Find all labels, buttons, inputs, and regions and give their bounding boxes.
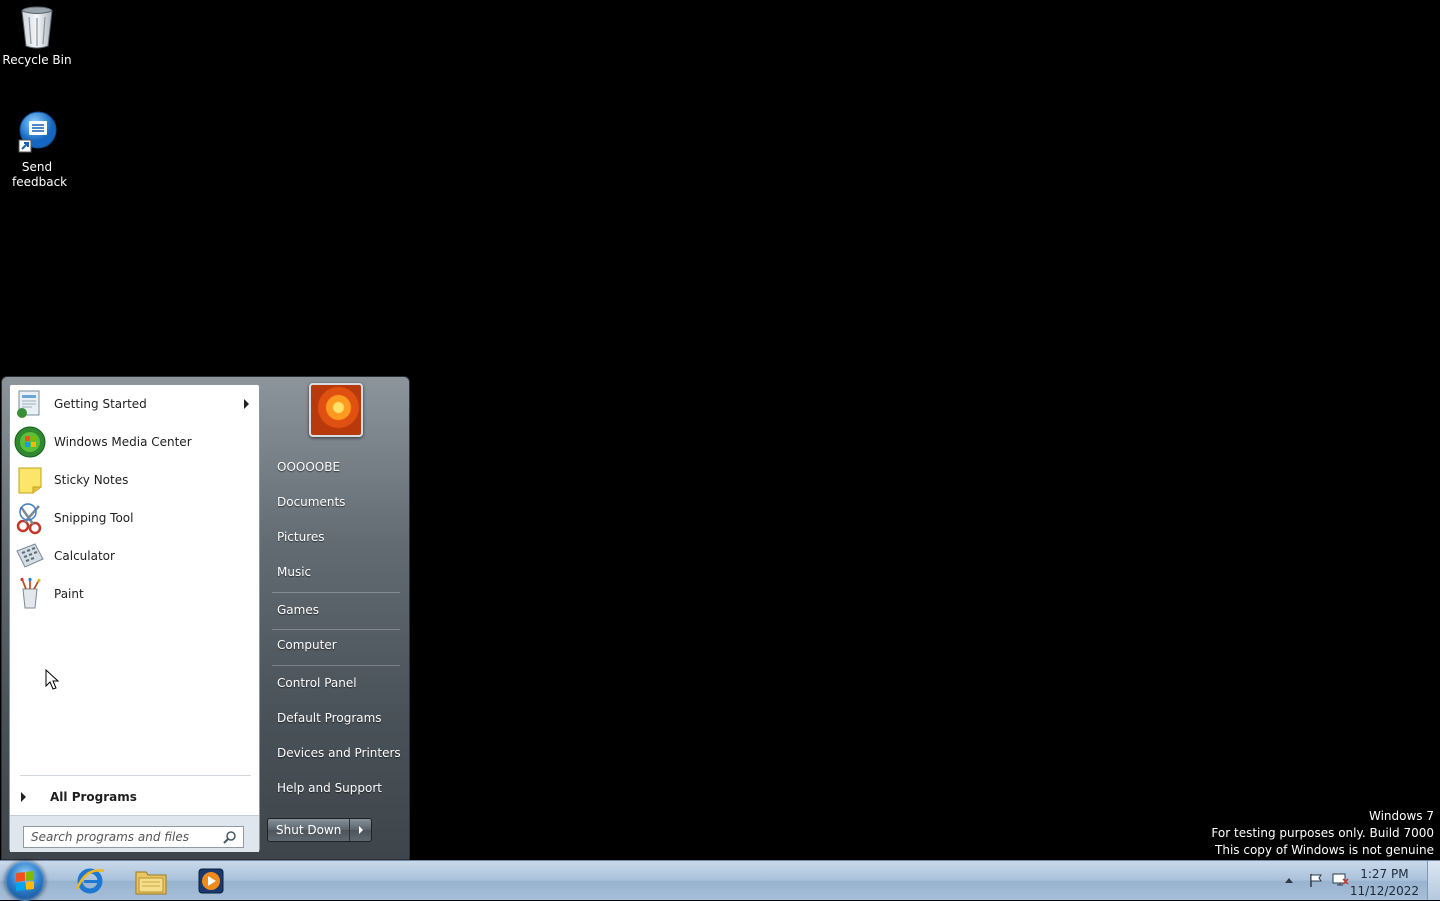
place-computer[interactable]: Computer [268, 630, 401, 660]
search-icon[interactable] [223, 830, 237, 844]
place-label: Devices and Printers [277, 746, 401, 760]
network-icon[interactable] [1331, 872, 1349, 888]
program-label: Sticky Notes [54, 473, 129, 487]
all-programs-button[interactable]: All Programs [10, 783, 259, 811]
all-programs-label: All Programs [50, 790, 137, 804]
place-user-folder[interactable]: OOOOOBE [268, 452, 401, 482]
place-label: Help and Support [277, 781, 382, 795]
program-item-snipping-tool[interactable]: Snipping Tool [10, 499, 259, 537]
place-music[interactable]: Music [268, 557, 401, 587]
place-label: Games [277, 603, 319, 617]
place-devices-and-printers[interactable]: Devices and Printers [268, 738, 401, 768]
program-item-paint[interactable]: Paint [10, 575, 259, 613]
divider [272, 592, 400, 593]
send-feedback-icon [13, 110, 61, 158]
program-label: Getting Started [54, 397, 147, 411]
divider [272, 665, 400, 666]
search-input[interactable]: Search programs and files [23, 826, 244, 848]
calculator-icon [13, 539, 47, 573]
place-label: OOOOOBE [277, 460, 341, 474]
watermark-line: This copy of Windows is not genuine [1215, 843, 1434, 857]
show-desktop-button[interactable] [1427, 861, 1440, 900]
place-documents[interactable]: Documents [268, 487, 401, 517]
arrow-right-icon [358, 826, 363, 834]
desktop-icon-recycle-bin[interactable]: Recycle Bin [0, 3, 74, 68]
snipping-tool-icon [13, 501, 47, 535]
search-placeholder: Search programs and files [31, 830, 189, 844]
place-help-and-support[interactable]: Help and Support [268, 773, 401, 803]
recycle-bin-icon [13, 3, 61, 51]
getting-started-icon [13, 387, 47, 421]
desktop-icon-label: Send feedback [12, 160, 68, 189]
program-item-calculator[interactable]: Calculator [10, 537, 259, 575]
program-item-windows-media-center[interactable]: Windows Media Center [10, 423, 259, 461]
watermark-line: For testing purposes only. Build 7000 [1211, 826, 1434, 840]
user-avatar[interactable] [309, 383, 363, 437]
show-hidden-icons-icon[interactable] [1285, 878, 1293, 883]
shutdown-button-group: Shut Down [267, 818, 373, 842]
place-label: Pictures [277, 530, 325, 544]
place-label: Documents [277, 495, 346, 509]
start-menu-programs-pane: Getting Started Windows Media Center Sti… [9, 384, 260, 852]
submenu-arrow-icon[interactable] [244, 399, 249, 409]
clock-time: 1:27 PM [1360, 867, 1409, 881]
expand-arrow-icon [21, 792, 26, 802]
start-menu: Getting Started Windows Media Center Sti… [1, 376, 410, 860]
place-label: Control Panel [277, 676, 357, 690]
program-label: Snipping Tool [54, 511, 134, 525]
mouse-cursor-icon [45, 669, 60, 690]
watermark-line: Windows 7 [1368, 809, 1434, 823]
place-control-panel[interactable]: Control Panel [268, 668, 401, 698]
program-item-getting-started[interactable]: Getting Started [10, 385, 259, 423]
taskbar-internet-explorer[interactable] [63, 863, 117, 899]
media-center-icon [13, 425, 47, 459]
sticky-notes-icon [13, 463, 47, 497]
shutdown-options-button[interactable] [350, 819, 371, 841]
start-menu-places-pane: OOOOOBE Documents Pictures Music Games C… [260, 377, 409, 857]
internet-explorer-icon [75, 868, 105, 894]
taskbar-media-player[interactable] [184, 863, 238, 899]
paint-icon [13, 577, 47, 611]
clock-date: 11/12/2022 [1349, 884, 1419, 898]
taskbar: 1:27 PM 11/12/2022 [0, 860, 1440, 901]
place-pictures[interactable]: Pictures [268, 522, 401, 552]
clock[interactable]: 1:27 PM 11/12/2022 [1350, 866, 1419, 900]
desktop-icon-label: Recycle Bin [2, 53, 72, 67]
media-player-icon [198, 868, 224, 894]
desktop-icon-send-feedback[interactable]: Send feedback [0, 110, 74, 190]
search-area: Search programs and files [10, 815, 259, 852]
program-label: Windows Media Center [54, 435, 192, 449]
taskbar-windows-explorer[interactable] [124, 863, 178, 899]
place-label: Default Programs [277, 711, 382, 725]
place-default-programs[interactable]: Default Programs [268, 703, 401, 733]
place-label: Computer [277, 638, 337, 652]
action-center-flag-icon[interactable] [1308, 872, 1324, 888]
divider [20, 775, 251, 776]
place-games[interactable]: Games [268, 595, 401, 625]
start-button[interactable] [5, 861, 45, 901]
shutdown-button[interactable]: Shut Down [268, 819, 351, 841]
windows-logo-icon [16, 871, 34, 891]
program-item-sticky-notes[interactable]: Sticky Notes [10, 461, 259, 499]
place-label: Music [277, 565, 312, 579]
program-label: Paint [54, 587, 84, 601]
windows-watermark: Windows 7 For testing purposes only. Bui… [1211, 808, 1434, 859]
windows-explorer-icon [135, 871, 167, 895]
program-label: Calculator [54, 549, 115, 563]
